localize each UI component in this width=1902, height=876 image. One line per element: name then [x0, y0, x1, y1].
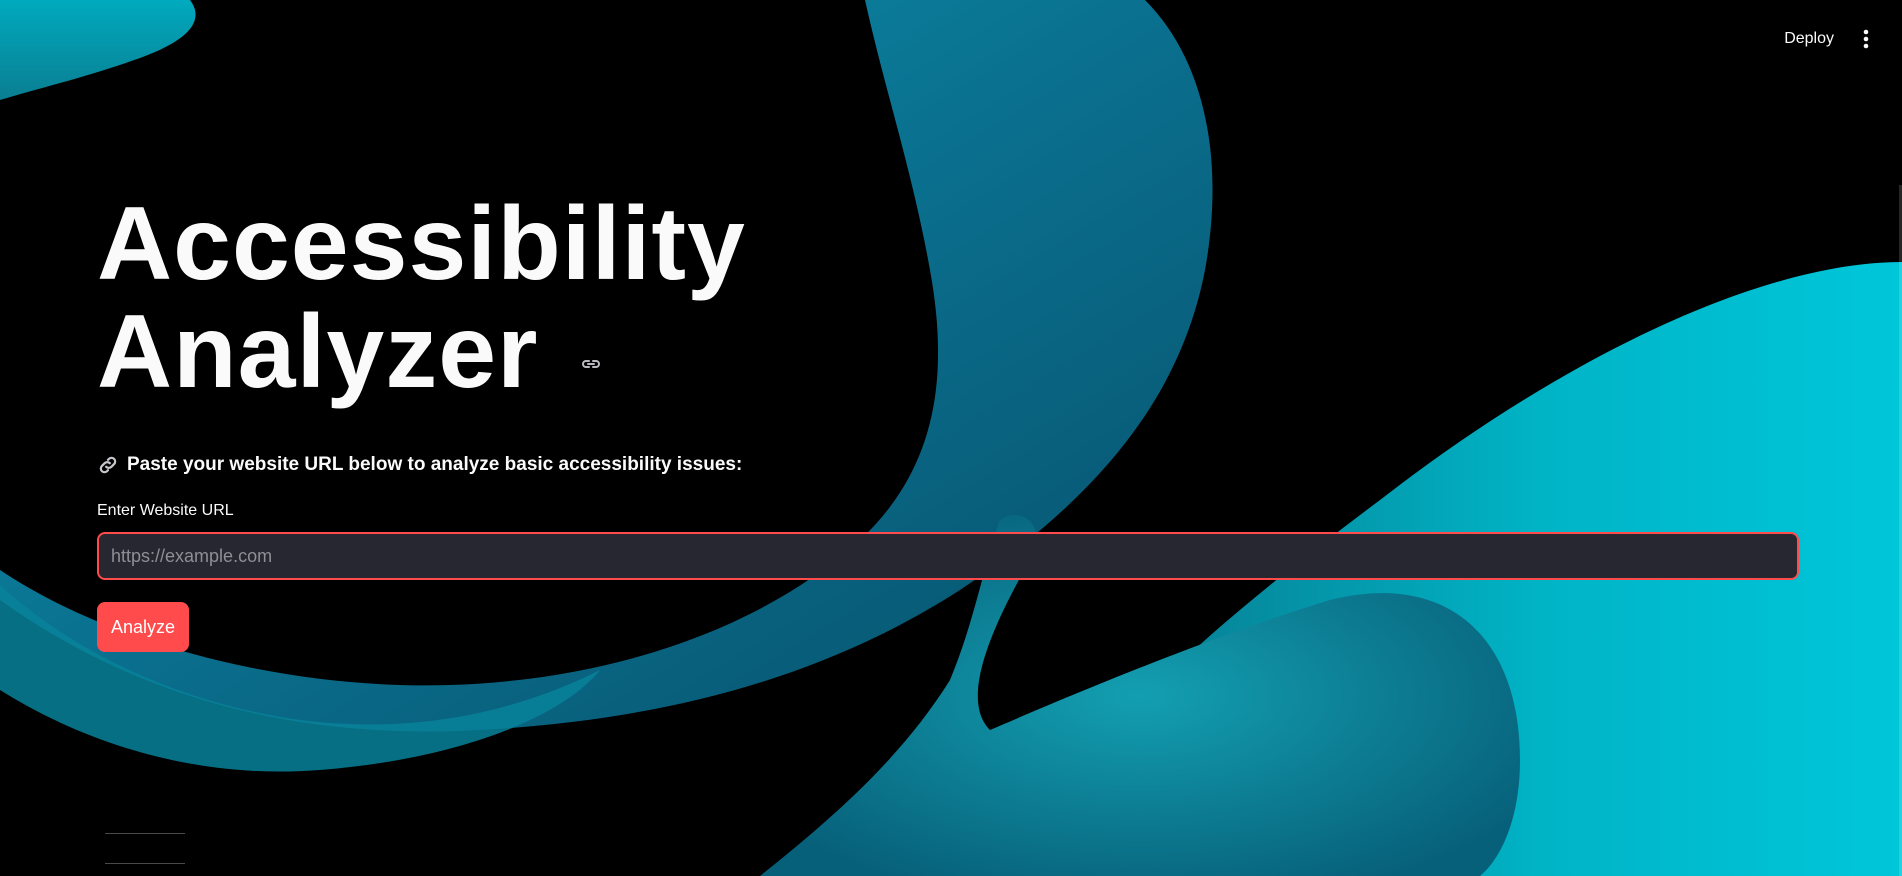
page-title: Accessibility Analyzer [97, 190, 817, 406]
analyze-button[interactable]: Analyze [97, 602, 190, 652]
url-input[interactable] [97, 532, 1799, 580]
vertical-ellipsis-icon[interactable] [1856, 24, 1876, 54]
link-emoji-icon [97, 454, 119, 476]
app-window: Deploy Accessibility Analyzer Paste your… [0, 0, 1902, 876]
title-line-1: Accessibility [97, 186, 746, 302]
main-content: Accessibility Analyzer Paste your websit… [97, 190, 1799, 652]
divider [105, 863, 185, 864]
divider [105, 833, 185, 834]
intro-text-row: Paste your website URL below to analyze … [97, 454, 1799, 476]
title-line-2: Analyzer [97, 294, 539, 410]
deploy-button[interactable]: Deploy [1784, 24, 1834, 54]
top-toolbar: Deploy [1784, 24, 1876, 54]
url-field-label: Enter Website URL [97, 502, 234, 519]
intro-text: Paste your website URL below to analyze … [127, 454, 743, 475]
link-icon[interactable] [579, 352, 603, 376]
